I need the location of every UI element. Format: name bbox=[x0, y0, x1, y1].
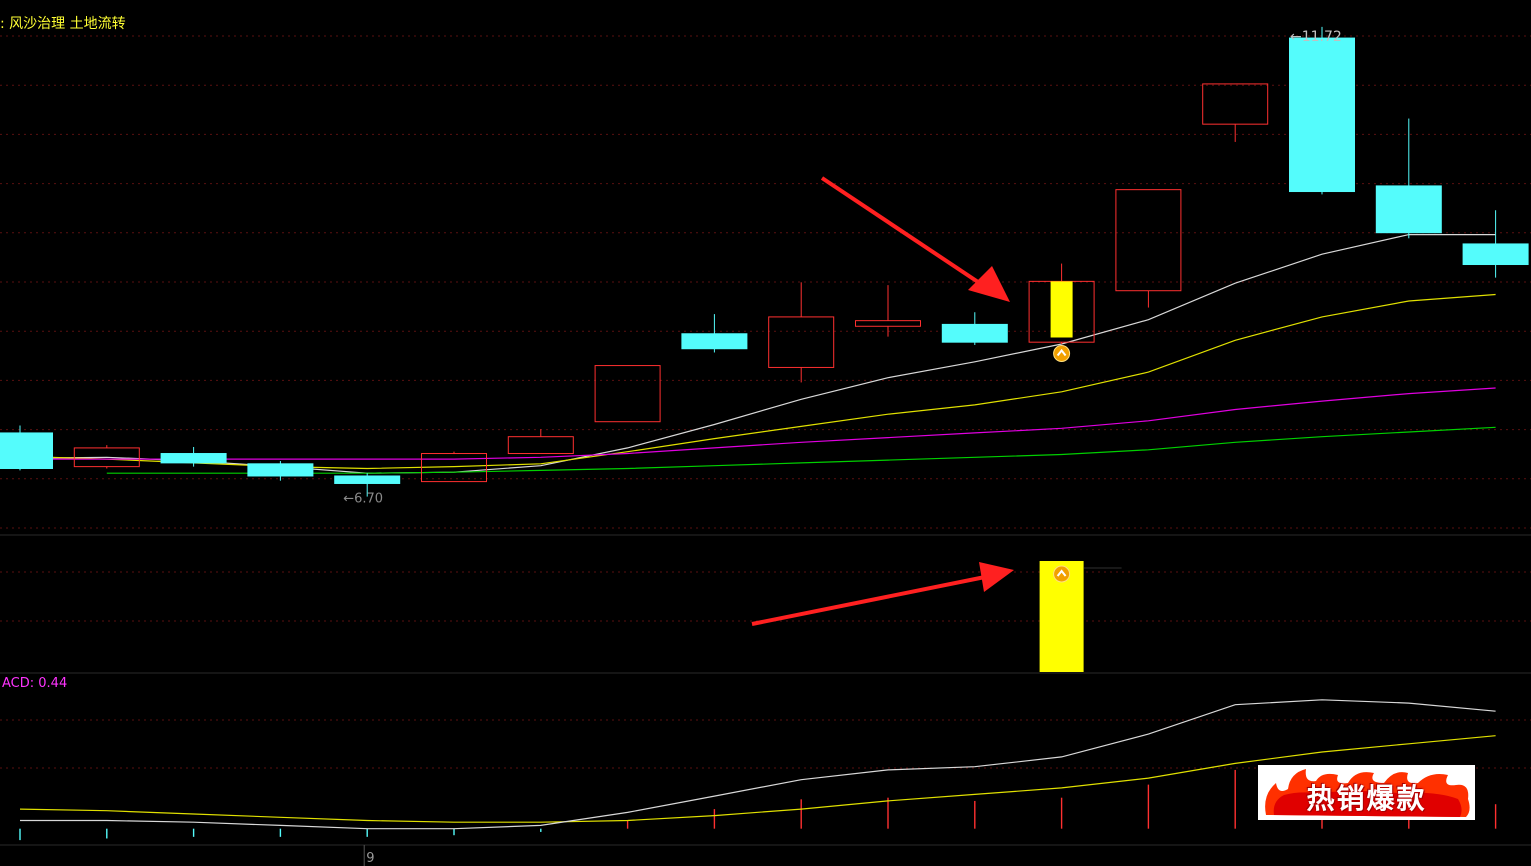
candle bbox=[681, 314, 748, 353]
candle bbox=[0, 425, 53, 471]
moving-average-lines bbox=[19, 234, 1496, 474]
red-arrow-annotation bbox=[751, 562, 1014, 626]
candle-body bbox=[247, 463, 314, 477]
candle bbox=[855, 285, 921, 337]
candle-body bbox=[1462, 243, 1529, 266]
candle bbox=[1375, 118, 1442, 239]
candle-body bbox=[334, 475, 401, 484]
candle bbox=[507, 429, 574, 455]
min-price-label: ←6.70 bbox=[343, 492, 383, 507]
ma-line bbox=[19, 234, 1496, 474]
up-arrow-icon bbox=[1053, 565, 1071, 583]
concept-tag: : 风沙治理 bbox=[0, 16, 66, 32]
concept-tag: 土地流转 bbox=[69, 16, 126, 32]
hot-sale-badge[interactable]: 热销爆款 bbox=[1258, 765, 1475, 820]
candle-body bbox=[681, 333, 748, 350]
candle-body bbox=[1289, 37, 1355, 193]
candle bbox=[247, 461, 314, 481]
candle-body bbox=[0, 432, 53, 470]
candle-body bbox=[160, 453, 227, 464]
candle-body bbox=[594, 365, 661, 423]
candle bbox=[768, 282, 835, 383]
candle-body bbox=[1202, 83, 1269, 125]
candle bbox=[941, 312, 1008, 345]
max-price-label: ←11.72 bbox=[1290, 29, 1342, 45]
candle-body bbox=[768, 316, 835, 368]
candle bbox=[1202, 83, 1269, 142]
concept-tags: : 风沙治理 土地流转 bbox=[0, 13, 126, 33]
candle-body bbox=[1375, 185, 1442, 234]
ma-line bbox=[20, 387, 1496, 460]
stock-chart: ←11.72 ←6.70 9 bbox=[0, 26, 1531, 866]
highlight-candle-body bbox=[1050, 281, 1073, 338]
macd-value-label: ACD: 0.44 bbox=[2, 676, 68, 691]
red-arrow-annotation bbox=[820, 176, 1010, 302]
badge-label: 热销爆款 bbox=[1306, 782, 1427, 815]
candle-body bbox=[507, 436, 574, 455]
ma-line bbox=[106, 426, 1496, 474]
candle-body bbox=[941, 323, 1008, 343]
x-tick-label: 9 bbox=[366, 851, 374, 866]
signal-indicator-panel bbox=[1039, 345, 1122, 672]
up-arrow-icon bbox=[1053, 345, 1071, 362]
ma-line bbox=[19, 293, 1496, 470]
candle-body bbox=[1115, 189, 1182, 292]
candle bbox=[1289, 26, 1355, 195]
candle bbox=[594, 365, 661, 423]
candle bbox=[1462, 210, 1529, 278]
annotations: ←11.72 ←6.70 9 bbox=[343, 29, 1342, 866]
candle bbox=[1115, 189, 1182, 308]
candle-body bbox=[855, 320, 921, 327]
